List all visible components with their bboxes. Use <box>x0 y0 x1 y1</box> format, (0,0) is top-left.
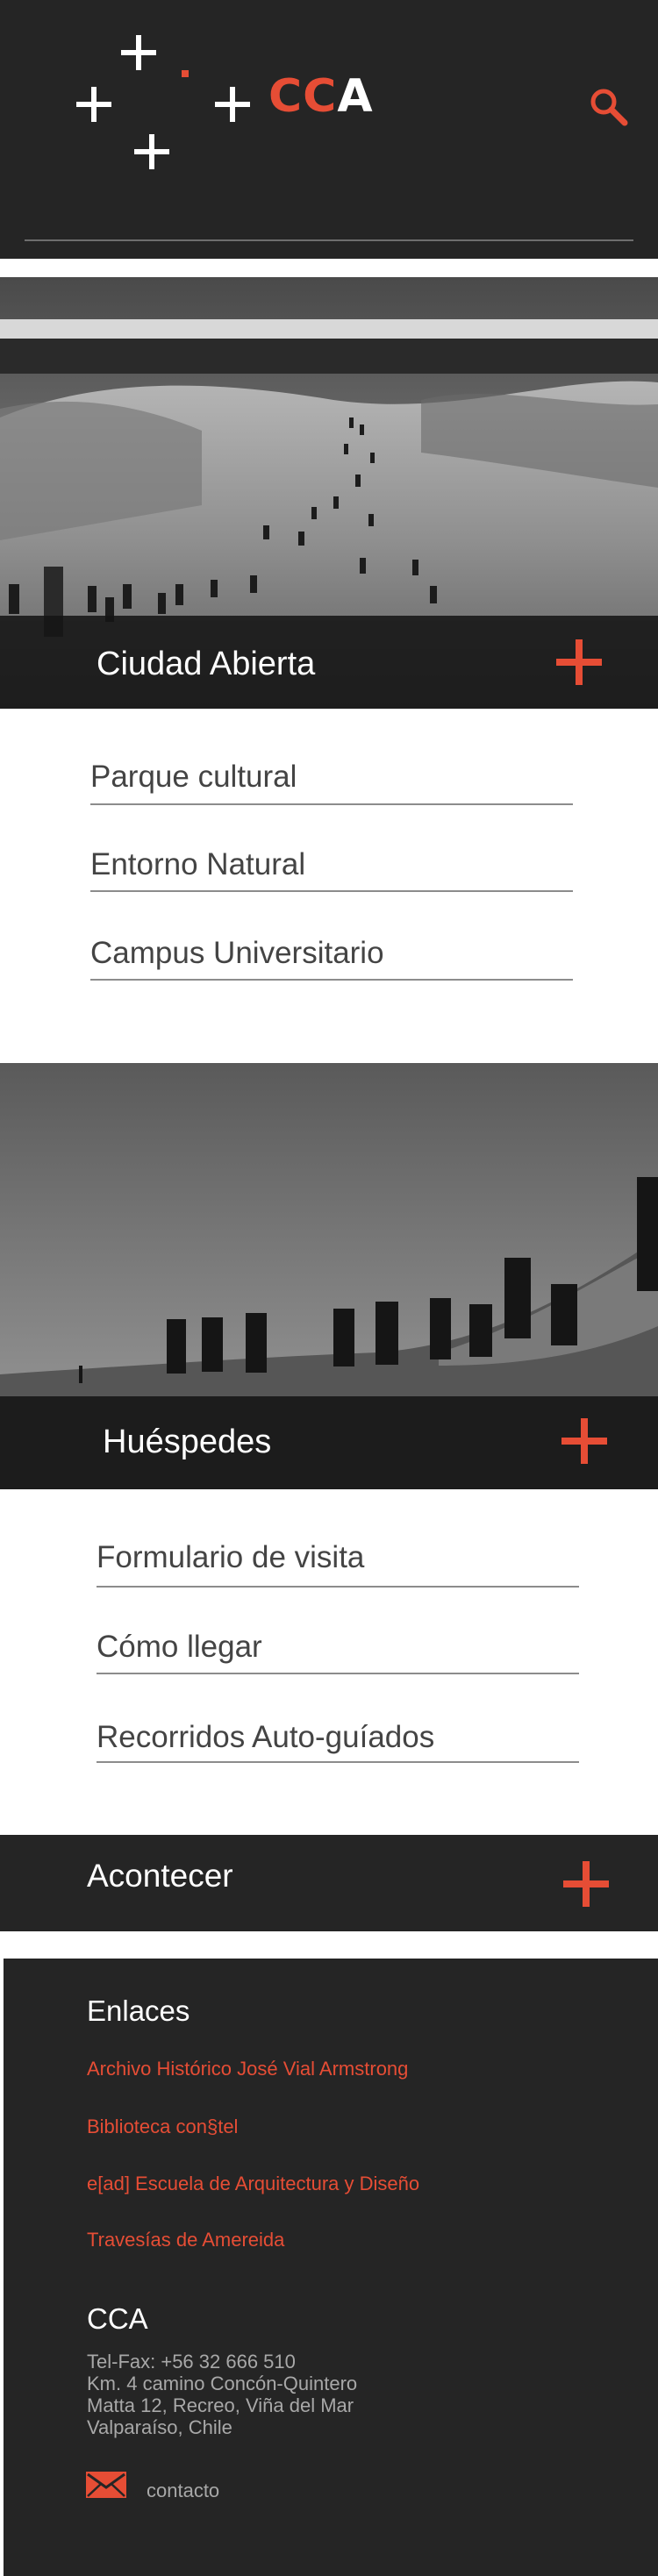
huespedes-banner: Huéspedes <box>0 1063 658 1489</box>
footer-link-archivo[interactable]: Archivo Histórico José Vial Armstrong <box>87 2059 408 2079</box>
site-header: CCA <box>0 0 658 259</box>
ciudad-abierta-title[interactable]: Ciudad Abierta <box>97 647 315 681</box>
acontecer-title[interactable]: Acontecer <box>87 1859 233 1892</box>
huespedes-bar <box>0 1396 658 1489</box>
address-line-3: Valparaíso, Chile <box>87 2416 232 2438</box>
link-formulario-de-visita[interactable]: Formulario de visita <box>97 1542 364 1573</box>
logo-cross-bottom <box>134 134 169 169</box>
enlaces-heading: Enlaces <box>87 1994 190 2027</box>
acontecer-plus-icon[interactable] <box>563 1861 609 1907</box>
link-entorno-natural[interactable]: Entorno Natural <box>90 849 305 880</box>
huespedes-title[interactable]: Huéspedes <box>103 1425 271 1459</box>
link-divider <box>90 803 573 805</box>
address-line-1: Km. 4 camino Concón-Quintero <box>87 2373 358 2394</box>
link-divider <box>97 1673 579 1674</box>
cca-heading: CCA <box>87 2302 148 2335</box>
link-parque-cultural[interactable]: Parque cultural <box>90 761 297 792</box>
link-divider <box>90 979 573 981</box>
logo-red-dot <box>182 70 189 77</box>
link-recorridos-auto-guiados[interactable]: Recorridos Auto-guíados <box>97 1722 434 1752</box>
link-divider <box>97 1761 579 1763</box>
logo-cross-top <box>121 35 156 70</box>
link-divider <box>90 890 573 892</box>
footer-link-travesias[interactable]: Travesías de Amereida <box>87 2230 284 2250</box>
contact-link[interactable]: contacto <box>147 2481 219 2501</box>
search-icon <box>590 89 628 126</box>
mail-icon[interactable] <box>86 2472 126 2498</box>
link-como-llegar[interactable]: Cómo llegar <box>97 1631 262 1662</box>
link-divider <box>97 1586 579 1588</box>
logo-red-letters: CC <box>268 70 338 123</box>
ciudad-abierta-plus-icon[interactable] <box>556 639 602 685</box>
address-phone: Tel-Fax: +56 32 666 510 <box>87 2351 296 2373</box>
ciudad-abierta-banner: Ciudad Abierta <box>0 277 658 709</box>
huespedes-plus-icon[interactable] <box>561 1418 607 1464</box>
footer-link-biblioteca[interactable]: Biblioteca con§tel <box>87 2117 238 2137</box>
logo-cross-right <box>215 87 250 122</box>
logo-wordmark[interactable]: CCA <box>268 74 374 119</box>
link-campus-universitario[interactable]: Campus Universitario <box>90 938 384 968</box>
logo-white-letters: A <box>337 70 374 123</box>
footer-link-escuela[interactable]: e[ad] Escuela de Arquitectura y Diseño <box>87 2174 419 2194</box>
header-divider <box>25 239 633 241</box>
logo-cross-left <box>76 87 111 122</box>
address-line-2: Matta 12, Recreo, Viña del Mar <box>87 2394 354 2416</box>
search-button[interactable] <box>588 86 630 128</box>
